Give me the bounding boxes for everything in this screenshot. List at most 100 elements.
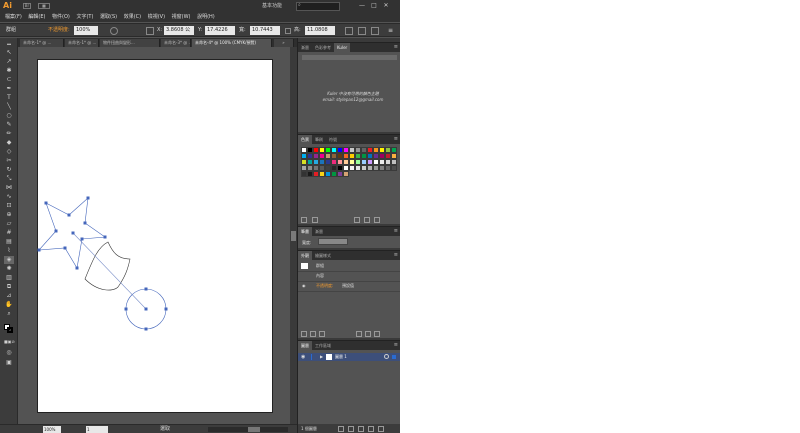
blend-tool-icon[interactable]: ◈ xyxy=(4,256,14,264)
add-fill-icon[interactable] xyxy=(310,331,316,337)
artboard-tool-icon[interactable]: ⧉ xyxy=(4,283,14,291)
appearance-row-contents[interactable]: 內容 xyxy=(298,271,400,281)
tab-overflow-icon[interactable]: » xyxy=(274,39,294,47)
new-swatch-icon[interactable] xyxy=(364,217,370,223)
layer-selection-indicator[interactable] xyxy=(392,355,396,359)
tab-brushes[interactable]: 筆刷 xyxy=(312,135,326,144)
swatch-library-icon[interactable] xyxy=(301,217,307,223)
tab-document-3[interactable]: 物件扭曲與變形... xyxy=(100,39,160,47)
menu-edit[interactable]: 編輯(E) xyxy=(28,13,45,22)
blob-brush-tool-icon[interactable]: ◆ xyxy=(4,139,14,147)
horizontal-scrollbar[interactable] xyxy=(208,427,288,432)
artwork[interactable] xyxy=(18,47,297,424)
layer-target-icon[interactable] xyxy=(384,354,389,359)
line-tool-icon[interactable]: ╲ xyxy=(4,103,14,111)
link-icon[interactable] xyxy=(285,28,291,34)
close-button[interactable]: ✕ xyxy=(380,1,392,10)
mesh-tool-icon[interactable]: # xyxy=(4,229,14,237)
maximize-button[interactable]: □ xyxy=(368,1,380,10)
visibility-eye-icon[interactable]: ◉ xyxy=(302,281,306,291)
recolor-icon[interactable] xyxy=(110,27,118,35)
expand-triangle-icon[interactable]: ▶ xyxy=(320,353,323,361)
screen-mode-icon[interactable]: ▣ xyxy=(4,359,14,367)
tab-appearance[interactable]: 外觀 xyxy=(298,251,312,260)
create-sublayer-icon[interactable] xyxy=(358,426,364,432)
tab-kuler[interactable]: Kuler xyxy=(334,43,351,52)
appearance-row-opacity[interactable]: ◉ 不透明度: 預設值 xyxy=(298,281,400,291)
color-mode-icon[interactable]: ■▣⊘ xyxy=(4,338,15,346)
tab-gradient-2[interactable]: 漸層 xyxy=(312,227,326,236)
add-effect-icon[interactable] xyxy=(319,331,325,337)
y-field[interactable]: 17.4226 xyxy=(205,26,235,35)
make-clipping-mask-icon[interactable] xyxy=(348,426,354,432)
menu-type[interactable]: 文字(T) xyxy=(76,13,93,22)
toolbar-collapse-icon[interactable]: ▴▴ xyxy=(4,40,14,48)
tab-layers[interactable]: 圖層 xyxy=(298,341,312,350)
color-swatch[interactable] xyxy=(343,171,349,177)
bridge-icon[interactable]: Br xyxy=(23,3,31,9)
menu-effect[interactable]: 效果(C) xyxy=(124,13,141,22)
align-icon[interactable] xyxy=(358,27,366,35)
menu-window[interactable]: 視窗(W) xyxy=(172,13,191,22)
eraser-tool-icon[interactable]: ◇ xyxy=(4,148,14,156)
height-field[interactable]: 11.0808 xyxy=(305,26,335,35)
shape-builder-tool-icon[interactable]: ⊕ xyxy=(4,211,14,219)
rotate-tool-icon[interactable]: ↻ xyxy=(4,166,14,174)
column-graph-tool-icon[interactable]: ▥ xyxy=(4,274,14,282)
panel-menu-icon[interactable]: ≡ xyxy=(394,251,398,260)
panel-menu-icon[interactable]: ≡ xyxy=(394,43,398,52)
status-text[interactable]: 選取 xyxy=(160,426,170,433)
vertical-scroll-thumb[interactable] xyxy=(291,231,296,241)
clear-appearance-icon[interactable] xyxy=(356,331,362,337)
tab-document-4[interactable]: 未命名-3* @ ... xyxy=(161,39,191,47)
selection-tool-icon[interactable]: ↖ xyxy=(4,49,14,57)
type-tool-icon[interactable]: T xyxy=(4,94,14,102)
transform-icon[interactable] xyxy=(345,27,353,35)
tab-artboards[interactable]: 工作區域 xyxy=(312,341,334,350)
artboard-navigation-field[interactable]: 1 xyxy=(86,426,108,433)
warp-tool-icon[interactable]: ∿ xyxy=(4,193,14,201)
locate-object-icon[interactable] xyxy=(338,426,344,432)
eyedropper-tool-icon[interactable]: ⌇ xyxy=(4,247,14,255)
canvas-area[interactable] xyxy=(18,47,297,424)
menu-object[interactable]: 物件(O) xyxy=(52,13,70,22)
tab-document-active[interactable]: 未命名-4* @ 100% (CMYK/預覽) xyxy=(192,39,272,47)
minimize-button[interactable]: — xyxy=(356,1,368,10)
horizontal-scroll-thumb[interactable] xyxy=(248,427,260,432)
control-menu-icon[interactable]: ≡ xyxy=(388,27,393,34)
panel-menu-icon[interactable]: ≡ xyxy=(394,341,398,350)
color-swatch[interactable] xyxy=(391,165,397,171)
hand-tool-icon[interactable]: ✋ xyxy=(4,301,14,309)
menu-help[interactable]: 說明(H) xyxy=(197,13,215,22)
pencil-tool-icon[interactable]: ✏ xyxy=(4,130,14,138)
create-layer-icon[interactable] xyxy=(368,426,374,432)
tab-gradient[interactable]: 漸層 xyxy=(298,43,312,52)
tab-stroke[interactable]: 筆畫 xyxy=(298,227,312,236)
opacity-field[interactable]: 100% xyxy=(74,26,98,35)
delete-item-icon[interactable] xyxy=(374,331,380,337)
perspective-grid-tool-icon[interactable]: ▱ xyxy=(4,220,14,228)
vertical-scrollbar[interactable] xyxy=(290,47,297,424)
add-stroke-icon[interactable] xyxy=(301,331,307,337)
paintbrush-tool-icon[interactable]: ✎ xyxy=(4,121,14,129)
stroke-weight-field[interactable] xyxy=(318,238,348,245)
workspace-switcher[interactable]: 基本功能 xyxy=(262,2,292,10)
layer-name[interactable]: 圖層 1 xyxy=(335,353,347,361)
scissors-tool-icon[interactable]: ✂ xyxy=(4,157,14,165)
panel-menu-icon[interactable]: ≡ xyxy=(394,227,398,236)
gradient-tool-icon[interactable]: ▤ xyxy=(4,238,14,246)
lasso-tool-icon[interactable]: ⊂ xyxy=(4,76,14,84)
tab-symbols[interactable]: 符號 xyxy=(326,135,340,144)
zoom-field[interactable]: 100% xyxy=(43,426,61,433)
panel-menu-icon[interactable]: ≡ xyxy=(394,135,398,144)
isolate-group-icon[interactable] xyxy=(371,27,379,35)
symbol-sprayer-tool-icon[interactable]: ✺ xyxy=(4,265,14,273)
ellipse-tool-icon[interactable]: ○ xyxy=(4,112,14,120)
menu-select[interactable]: 選取(S) xyxy=(100,13,117,22)
delete-swatch-icon[interactable] xyxy=(374,217,380,223)
layer-visibility-icon[interactable]: ◉ xyxy=(301,353,305,361)
arrange-documents-icon[interactable]: ▦ xyxy=(38,3,50,9)
menu-view[interactable]: 檢視(V) xyxy=(148,13,165,22)
width-tool-icon[interactable]: ⋈ xyxy=(4,184,14,192)
reference-point-icon[interactable] xyxy=(146,27,154,35)
